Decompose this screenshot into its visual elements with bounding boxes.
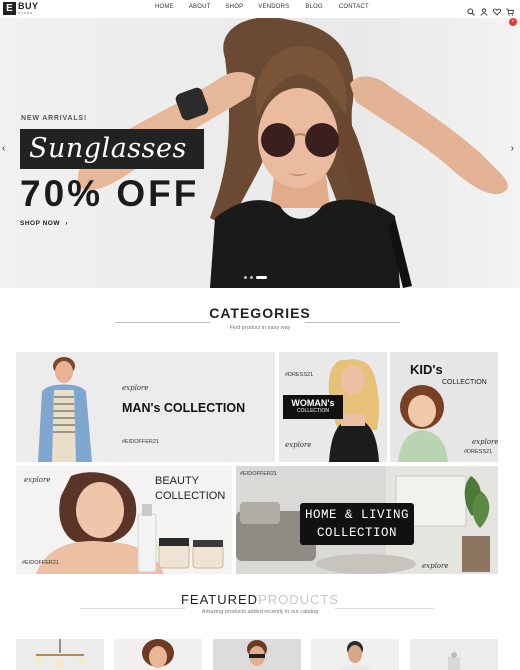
beauty-title: BEAUTY COLLECTION bbox=[155, 474, 225, 504]
woman-label: WOMAN's COLLECTION bbox=[283, 395, 343, 419]
heart-icon[interactable] bbox=[493, 3, 501, 16]
slider-dot[interactable] bbox=[250, 276, 253, 279]
man-tag: #EIDOFFER21 bbox=[122, 439, 159, 445]
home-title-line2: COLLECTION bbox=[316, 526, 397, 540]
user-icon[interactable] bbox=[480, 3, 488, 16]
tile-beauty-collection[interactable]: explore BEAUTY COLLECTION #EIDOFFER21 bbox=[16, 466, 232, 574]
divider bbox=[305, 322, 400, 323]
logo-mark: E bbox=[3, 2, 16, 15]
divider bbox=[335, 608, 435, 609]
site-header: E BUY STORE HOME ABOUT SHOP VENDORS BLOG… bbox=[0, 0, 520, 26]
logo[interactable]: E BUY STORE bbox=[3, 2, 39, 15]
hero-next-arrow[interactable]: › bbox=[511, 143, 514, 154]
categories-subtitle: Find product in easy way bbox=[229, 325, 291, 331]
hero-eyebrow: NEW ARRIVALS! bbox=[21, 115, 88, 122]
page: E BUY STORE HOME ABOUT SHOP VENDORS BLOG… bbox=[0, 0, 520, 670]
kid-tag: #DRESS21 bbox=[464, 449, 493, 455]
nav-vendors[interactable]: VENDORS bbox=[258, 4, 289, 10]
divider bbox=[80, 608, 185, 609]
logo-tagline: STORE bbox=[18, 11, 34, 15]
header-icons: 0 bbox=[467, 3, 517, 26]
beauty-tag: #EIDOFFER21 bbox=[22, 560, 59, 566]
featured-title-bold: FEATURED bbox=[180, 592, 259, 607]
beauty-explore: explore bbox=[24, 476, 51, 484]
tile-man-collection[interactable]: explore MAN's COLLECTION #EIDOFFER21 bbox=[16, 352, 275, 462]
beauty-title-line2: COLLECTION bbox=[155, 490, 226, 502]
home-tag: #EIDOFFER21 bbox=[240, 471, 277, 477]
categories-title: CATEGORIES bbox=[209, 305, 311, 321]
cart-count-badge: 0 bbox=[509, 18, 517, 26]
product-card[interactable] bbox=[114, 639, 202, 670]
tile-woman-collection[interactable]: #DRESS21 WOMAN's COLLECTION explore bbox=[279, 352, 387, 462]
tile-home-living-collection[interactable]: #EIDOFFER21 HOME & LIVING COLLECTION exp… bbox=[236, 466, 498, 574]
cart-icon[interactable]: 0 bbox=[506, 3, 517, 26]
woman-title: WOMAN's bbox=[291, 398, 335, 408]
hero-slider: ‹ › NEW ARRIVALS! Sunglasses 70% OFF SHO… bbox=[0, 18, 520, 288]
nav-contact[interactable]: CONTACT bbox=[339, 4, 369, 10]
product-image bbox=[339, 641, 371, 670]
nav-home[interactable]: HOME bbox=[155, 4, 174, 10]
featured-title-light: PRODUCTS bbox=[258, 592, 340, 607]
home-title-line1: HOME & LIVING bbox=[304, 508, 410, 522]
product-image bbox=[34, 639, 86, 667]
product-image bbox=[142, 639, 174, 668]
kid-explore: explore bbox=[472, 438, 498, 446]
slider-dot[interactable] bbox=[244, 276, 247, 279]
divider bbox=[115, 322, 210, 323]
kid-title: KID's bbox=[410, 362, 443, 377]
tile-kid-collection[interactable]: KID's COLLECTION explore #DRESS21 bbox=[390, 352, 498, 462]
hero-headline: Sunglasses bbox=[20, 129, 204, 169]
nav-shop[interactable]: SHOP bbox=[225, 4, 243, 10]
man-title: MAN's COLLECTION bbox=[122, 401, 246, 415]
man-explore: explore bbox=[122, 384, 149, 392]
featured-heading: FEATUREDPRODUCTS Amazing products added … bbox=[0, 592, 520, 615]
categories-heading: CATEGORIES Find product in easy way bbox=[0, 305, 520, 331]
hero-offer: 70% OFF bbox=[20, 173, 200, 214]
home-label: HOME & LIVING COLLECTION bbox=[300, 503, 414, 545]
home-explore: explore bbox=[422, 562, 449, 570]
woman-explore: explore bbox=[285, 441, 312, 449]
main-nav: HOME ABOUT SHOP VENDORS BLOG CONTACT bbox=[155, 4, 369, 10]
woman-tag: #DRESS21 bbox=[285, 372, 314, 378]
featured-title: FEATUREDPRODUCTS bbox=[0, 592, 520, 607]
slider-dots bbox=[244, 276, 267, 279]
product-card[interactable] bbox=[213, 639, 301, 670]
chevron-right-icon: › bbox=[65, 220, 68, 227]
hero-cta-label: SHOP NOW bbox=[20, 220, 60, 227]
product-card[interactable] bbox=[410, 639, 498, 670]
featured-subtitle: Amazing products added recently in our c… bbox=[201, 609, 319, 615]
beauty-title-line1: BEAUTY bbox=[155, 475, 200, 487]
nav-blog[interactable]: BLOG bbox=[305, 4, 322, 10]
hero-prev-arrow[interactable]: ‹ bbox=[2, 143, 5, 154]
slider-dot-active[interactable] bbox=[256, 276, 267, 279]
woman-subtitle: COLLECTION bbox=[297, 408, 329, 414]
product-image bbox=[448, 652, 460, 670]
product-card[interactable] bbox=[311, 639, 399, 670]
man-image bbox=[38, 357, 92, 462]
kid-subtitle: COLLECTION bbox=[442, 379, 487, 386]
nav-about[interactable]: ABOUT bbox=[189, 4, 211, 10]
product-card[interactable] bbox=[16, 639, 104, 670]
hero-shop-now-link[interactable]: SHOP NOW › bbox=[20, 220, 68, 227]
search-icon[interactable] bbox=[467, 3, 475, 16]
product-image bbox=[247, 640, 267, 666]
logo-name: BUY bbox=[18, 1, 39, 11]
